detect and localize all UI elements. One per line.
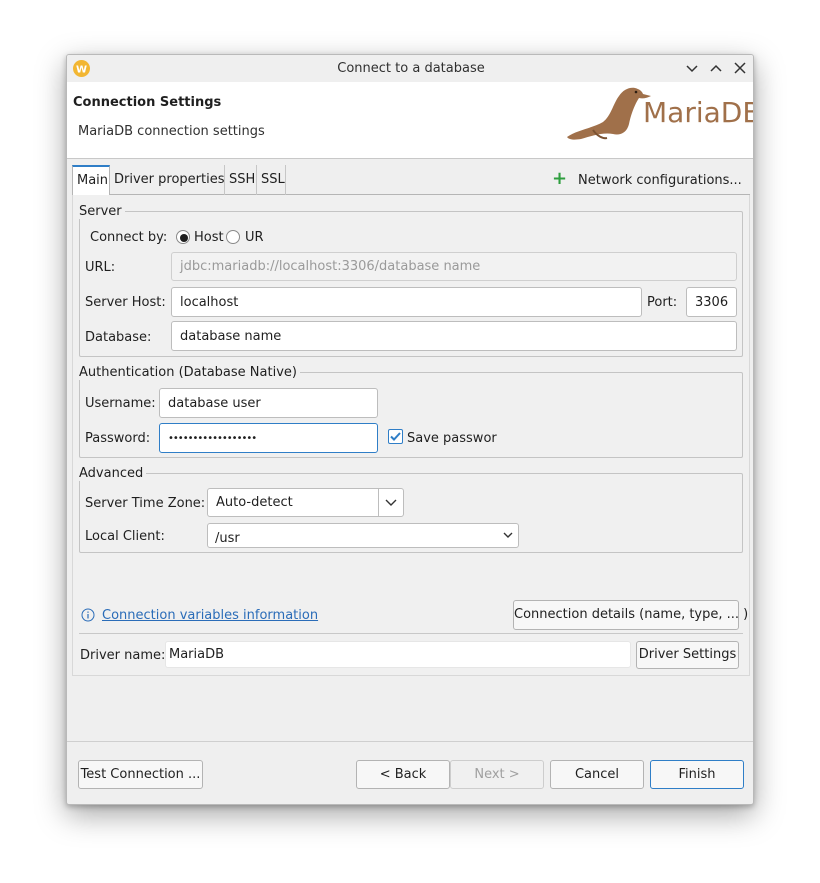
info-icon: [81, 608, 95, 622]
connect-by-label: Connect by:: [90, 230, 168, 245]
server-time-zone-value: Auto-detect: [216, 495, 293, 510]
cancel-button[interactable]: Cancel: [550, 760, 644, 789]
server-host-label: Server Host:: [85, 295, 166, 310]
server-time-zone-combo[interactable]: Auto-detect: [207, 488, 404, 517]
driver-name-field: MariaDB: [165, 641, 631, 668]
combo-divider: [378, 489, 379, 516]
authentication-legend: Authentication (Database Native): [79, 365, 300, 380]
local-client-label: Local Client:: [85, 529, 165, 544]
advanced-legend: Advanced: [79, 466, 147, 481]
title-bar[interactable]: W Connect to a database: [67, 55, 753, 82]
page-title: Connection Settings: [73, 95, 222, 110]
tab-ssh[interactable]: SSH: [225, 165, 257, 195]
minimize-icon[interactable]: [681, 58, 703, 78]
server-legend: Server: [79, 204, 125, 219]
network-configurations-label: Network configurations...: [578, 173, 742, 188]
password-label: Password:: [85, 431, 151, 446]
finish-button[interactable]: Finish: [650, 760, 744, 789]
local-client-select[interactable]: /usr: [207, 523, 519, 548]
url-label: URL:: [85, 260, 116, 275]
separator: [79, 633, 743, 634]
next-button[interactable]: Next >: [450, 760, 544, 789]
server-host-input[interactable]: localhost: [171, 287, 642, 317]
main-tab-panel: Server Connect by: Host UR URL: jdbc:mar…: [72, 195, 750, 676]
tab-ssl[interactable]: SSL: [257, 165, 286, 195]
window-title: Connect to a database: [337, 61, 485, 76]
radio-url-label: UR: [245, 230, 264, 245]
port-label: Port:: [647, 295, 678, 310]
driver-name-label: Driver name:: [80, 648, 166, 663]
database-input[interactable]: database name: [171, 321, 737, 351]
driver-settings-button[interactable]: Driver Settings: [636, 641, 739, 669]
radio-host-label: Host: [194, 230, 224, 245]
database-label: Database:: [85, 330, 152, 345]
radio-url[interactable]: [226, 230, 240, 244]
username-label: Username:: [85, 396, 156, 411]
test-connection-button[interactable]: Test Connection ...: [78, 760, 203, 789]
save-password-checkbox[interactable]: [388, 429, 403, 444]
back-button[interactable]: < Back: [356, 760, 450, 789]
local-client-value: /usr: [215, 531, 240, 546]
radio-host[interactable]: [176, 230, 190, 244]
page-subtitle: MariaDB connection settings: [78, 124, 265, 139]
password-input[interactable]: ••••••••••••••••••: [159, 423, 378, 453]
server-time-zone-label: Server Time Zone:: [85, 496, 206, 511]
logo-text: MariaDB: [643, 96, 754, 129]
tab-driver-properties[interactable]: Driver properties: [110, 165, 225, 195]
chevron-down-icon: [385, 499, 397, 506]
maximize-icon[interactable]: [705, 58, 727, 78]
mariadb-logo: MariaDB: [563, 82, 754, 144]
connection-details-button[interactable]: Connection details (name, type, ... ): [513, 600, 748, 630]
close-icon[interactable]: [729, 58, 751, 78]
dialog-header: Connection Settings MariaDB connection s…: [67, 82, 754, 159]
chevron-down-icon: [503, 532, 513, 538]
username-input[interactable]: database user: [159, 388, 378, 418]
footer-separator: [67, 741, 753, 742]
tab-main[interactable]: Main: [72, 165, 110, 196]
plus-icon: +: [552, 168, 568, 189]
checkmark-icon: [390, 432, 401, 441]
url-field[interactable]: jdbc:mariadb://localhost:3306/database n…: [171, 252, 737, 281]
save-password-label: Save passwor: [407, 431, 497, 446]
port-input[interactable]: 3306: [686, 287, 737, 317]
connection-variables-link[interactable]: Connection variables information: [102, 608, 318, 623]
dialog-window: W Connect to a database Connection Setti…: [66, 54, 754, 805]
